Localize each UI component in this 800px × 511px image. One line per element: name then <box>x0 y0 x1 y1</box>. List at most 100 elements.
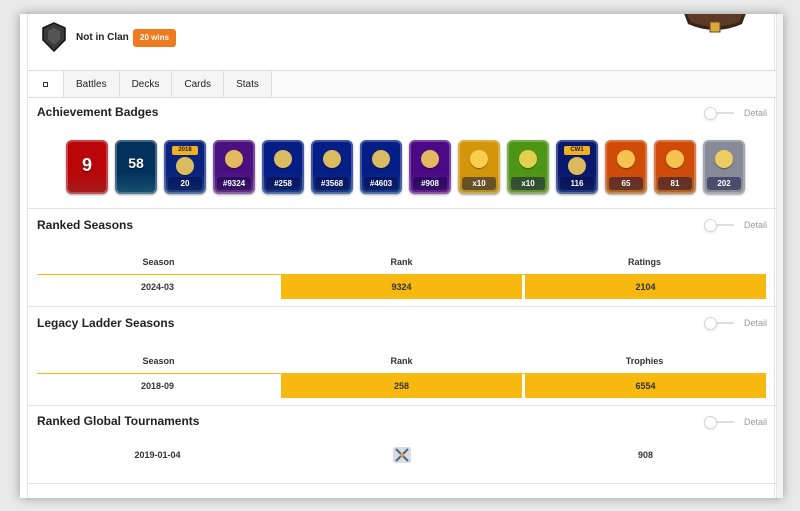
section-title: Legacy Ladder Seasons <box>37 316 175 330</box>
badge-emblem-icon <box>715 150 733 168</box>
badge-value: x10 <box>462 177 496 190</box>
table-header: Season Rank Trophies <box>37 349 766 373</box>
badge-value: #258 <box>266 177 300 190</box>
profile-header: Not in Clan 20 wins <box>28 14 776 70</box>
badge-emblem-icon <box>568 157 586 175</box>
column-header: Season <box>142 257 175 267</box>
achievement-badge[interactable]: #258 <box>262 140 304 194</box>
achievement-badge[interactable]: 9 <box>66 140 108 194</box>
badge-value: 202 <box>707 177 741 190</box>
tournament-icon-cell <box>281 442 522 468</box>
achievement-badge[interactable]: x10 <box>458 140 500 194</box>
toggle-switch[interactable] <box>703 416 734 429</box>
profile-tabs: Battles Decks Cards Stats <box>28 70 776 98</box>
detail-toggle[interactable]: Detail <box>703 317 767 330</box>
tab-stats[interactable]: Stats <box>224 71 272 97</box>
badge-emblem-icon <box>225 150 243 168</box>
badge-value: 116 <box>560 177 594 190</box>
app-frame: Not in Clan 20 wins Battles Decks Cards … <box>20 14 783 498</box>
season-cell: 2018-09 <box>140 381 175 391</box>
badge-top-label: 2018 <box>172 146 198 155</box>
ranked-seasons-table: Season Rank Ratings 2024-03 9324 2104 <box>37 250 766 299</box>
tab-decks[interactable]: Decks <box>119 71 173 97</box>
badge-value: #3568 <box>315 177 349 190</box>
badge-value: 58 <box>128 155 144 171</box>
achievement-badge[interactable]: x10 <box>507 140 549 194</box>
ratings-cell: 2104 <box>525 275 766 299</box>
global-tournaments-section: Ranked Global Tournaments Detail 2019-01… <box>28 406 776 484</box>
badge-value: 81 <box>658 177 692 190</box>
section-title: Ranked Seasons <box>37 218 134 232</box>
column-header: Ratings <box>627 257 661 267</box>
achievement-badge[interactable]: #3568 <box>311 140 353 194</box>
square-icon <box>43 81 48 87</box>
badge-top-label: CW1 <box>564 146 590 155</box>
legacy-ladder-table: Season Rank Trophies 2018-09 258 6554 <box>37 349 766 398</box>
achievement-badge[interactable]: #9324 <box>213 140 255 194</box>
clan-shield-icon <box>42 22 66 52</box>
badge-emblem-icon <box>421 150 439 168</box>
detail-toggle[interactable]: Detail <box>703 219 767 232</box>
badge-emblem-icon <box>617 150 635 168</box>
date-cell: 2019-01-04 <box>134 450 181 460</box>
table-row: 2018-09 258 6554 <box>37 374 766 398</box>
badge-value: 65 <box>609 177 643 190</box>
achievement-badge[interactable]: 202 <box>703 140 745 194</box>
achievement-badges-section: Achievement Badges Detail 9 58 2018 20 #9324… <box>28 98 776 209</box>
achievement-badge[interactable]: 81 <box>654 140 696 194</box>
global-tournaments-table: 2019-01-04 908 <box>37 442 766 468</box>
badge-emblem-icon <box>470 150 488 168</box>
crossed-swords-icon <box>392 447 411 463</box>
detail-toggle[interactable]: Detail <box>703 416 767 429</box>
table-row: 2024-03 9324 2104 <box>37 275 766 299</box>
badge-value: x10 <box>511 177 545 190</box>
column-header: Rank <box>390 257 413 267</box>
section-title: Achievement Badges <box>37 105 159 119</box>
badge-value: #908 <box>413 177 447 190</box>
section-title: Ranked Global Tournaments <box>37 414 200 428</box>
table-row: 2019-01-04 908 <box>37 442 766 468</box>
wins-badge: 20 wins <box>133 29 176 47</box>
badge-value: #4603 <box>364 177 398 190</box>
badge-value: 9 <box>81 155 92 175</box>
toggle-switch[interactable] <box>703 107 734 120</box>
rank-cell: 9324 <box>281 275 522 299</box>
achievement-badge[interactable]: 58 <box>115 140 157 194</box>
badge-emblem-icon <box>323 150 341 168</box>
toggle-switch[interactable] <box>703 317 734 330</box>
scrollbar[interactable] <box>776 14 783 498</box>
detail-label: Detail <box>743 417 767 427</box>
rank-cell: 258 <box>281 374 522 398</box>
badge-emblem-icon <box>666 150 684 168</box>
tab-overview[interactable] <box>28 71 64 97</box>
tab-battles[interactable]: Battles <box>64 71 120 97</box>
chest-icon <box>684 14 746 33</box>
badge-value: 20 <box>168 177 202 190</box>
badge-emblem-icon <box>372 150 390 168</box>
achievement-badge[interactable]: #4603 <box>360 140 402 194</box>
detail-toggle[interactable]: Detail <box>703 107 767 120</box>
badge-list: 9 58 2018 20 #9324 #258 #3568 #4603 #908 x10 x10 CW… <box>66 140 745 194</box>
table-header: Season Rank Ratings <box>37 250 766 274</box>
tab-cards[interactable]: Cards <box>172 71 225 97</box>
legacy-ladder-section: Legacy Ladder Seasons Detail Season Rank… <box>28 307 776 406</box>
trophies-cell: 6554 <box>525 374 766 398</box>
ranked-seasons-section: Ranked Seasons Detail Season Rank Rating… <box>28 209 776 307</box>
badge-emblem-icon <box>519 150 537 168</box>
rank-cell: 908 <box>637 450 654 460</box>
detail-label: Detail <box>743 108 767 118</box>
badge-emblem-icon <box>176 157 194 175</box>
achievement-badge[interactable]: CW1 116 <box>556 140 598 194</box>
column-header: Trophies <box>625 356 664 366</box>
season-cell: 2024-03 <box>140 282 175 292</box>
toggle-switch[interactable] <box>703 219 734 232</box>
achievement-badge[interactable]: 65 <box>605 140 647 194</box>
badge-emblem-icon <box>274 150 292 168</box>
achievement-badge[interactable]: 2018 20 <box>164 140 206 194</box>
badge-value: #9324 <box>217 177 251 190</box>
column-header: Rank <box>390 356 413 366</box>
player-profile-card: Not in Clan 20 wins Battles Decks Cards … <box>27 14 776 498</box>
detail-label: Detail <box>743 220 767 230</box>
achievement-badge[interactable]: #908 <box>409 140 451 194</box>
clan-status: Not in Clan <box>76 32 129 43</box>
